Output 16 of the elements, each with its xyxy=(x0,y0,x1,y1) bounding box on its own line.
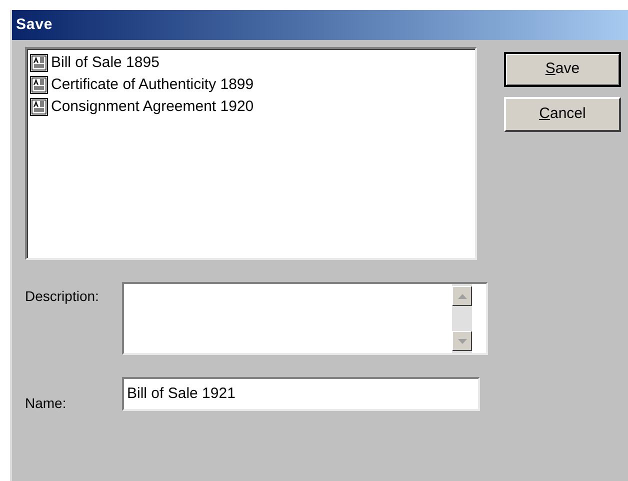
scroll-down-icon[interactable] xyxy=(452,331,472,351)
document-item[interactable]: Bill of Sale 1895 xyxy=(51,52,160,74)
name-label: Name: xyxy=(25,394,68,413)
scroll-up-icon[interactable] xyxy=(452,286,472,306)
document-item[interactable]: Consignment Agreement 1920 xyxy=(51,96,254,118)
document-list[interactable]: Bill of Sale 1895 Certificate of Authenticity 1899 Consignment Agreement 1920 xyxy=(25,47,477,260)
name-field[interactable]: Bill of Sale 1921 xyxy=(122,376,480,410)
description-field[interactable] xyxy=(122,282,488,355)
document-icon xyxy=(30,98,48,116)
document-item[interactable]: Certificate of Authenticity 1899 xyxy=(51,74,254,96)
document-icon xyxy=(30,76,48,94)
dialog-button[interactable]: Cancel xyxy=(504,97,621,132)
description-label: Description: xyxy=(25,287,100,306)
dialog-button[interactable]: Save xyxy=(504,52,621,87)
title-bar: Save xyxy=(12,10,628,40)
document-icon xyxy=(30,54,48,72)
